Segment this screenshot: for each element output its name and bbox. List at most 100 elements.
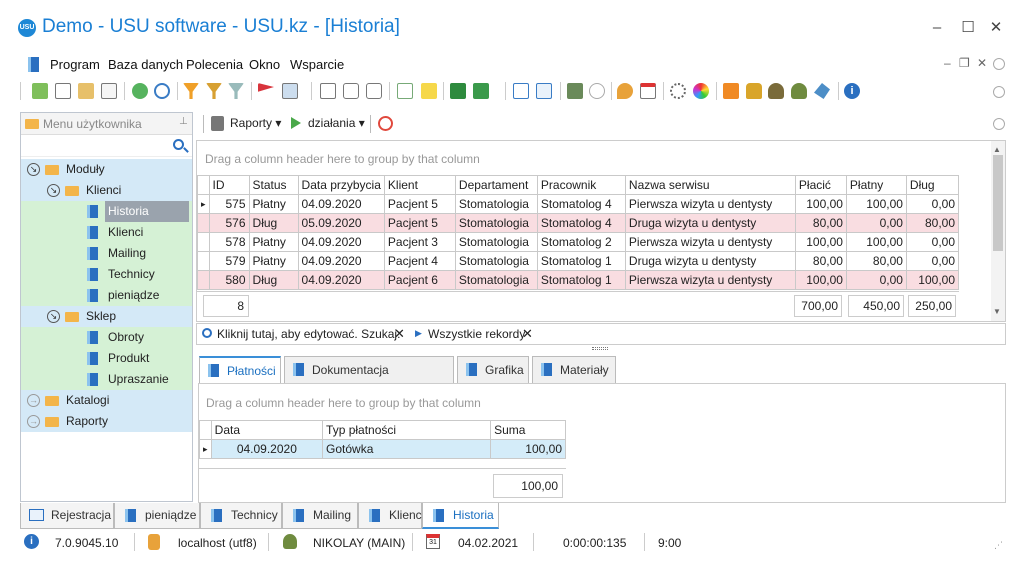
table-cell[interactable]: Stomatolog 2 bbox=[536, 232, 626, 252]
table-cell[interactable]: 580 bbox=[208, 270, 250, 290]
mdi-restore-button[interactable]: ❐ bbox=[959, 56, 970, 70]
scroll-down-icon[interactable]: ▼ bbox=[993, 307, 1001, 316]
table-cell[interactable]: Pacjent 6 bbox=[383, 270, 456, 290]
scroll-up-icon[interactable]: ▲ bbox=[993, 145, 1001, 154]
table-cell[interactable]: Pacjent 3 bbox=[383, 232, 456, 252]
settings-icon[interactable] bbox=[670, 83, 686, 99]
table-cell[interactable]: Pierwsza wizyta u dentysty bbox=[624, 194, 796, 214]
table-cell[interactable]: Pierwsza wizyta u dentysty bbox=[624, 232, 796, 252]
table-cell[interactable]: 04.09.2020 bbox=[297, 251, 385, 271]
tree-item[interactable]: Obroty bbox=[21, 327, 192, 348]
tools-icon[interactable] bbox=[814, 83, 830, 99]
scrollbar-thumb[interactable] bbox=[993, 155, 1003, 251]
export-dropdown-icon[interactable] bbox=[473, 83, 489, 99]
export-excel-icon[interactable] bbox=[450, 83, 466, 99]
filter-label[interactable]: Wszystkie rekordy bbox=[428, 327, 525, 341]
refresh-icon[interactable] bbox=[132, 83, 148, 99]
table-cell[interactable]: Pacjent 4 bbox=[383, 251, 456, 271]
table-cell[interactable]: Dług bbox=[248, 213, 299, 233]
add-row-icon[interactable] bbox=[397, 83, 413, 99]
column-header[interactable]: Departament bbox=[454, 175, 538, 195]
table-cell[interactable]: 579 bbox=[208, 251, 250, 271]
users-icon[interactable] bbox=[791, 83, 807, 99]
splitter-handle[interactable] bbox=[592, 347, 608, 350]
column-header[interactable]: Dług bbox=[905, 175, 960, 195]
collapse-icon[interactable]: ↘ bbox=[47, 184, 60, 197]
table-cell[interactable]: Stomatologia bbox=[454, 270, 538, 290]
table-cell[interactable]: 05.09.2020 bbox=[297, 213, 385, 233]
window-tab-rejestracja[interactable]: Rejestracja bbox=[20, 503, 114, 529]
menu-polecenia[interactable]: Polecenia bbox=[186, 57, 243, 72]
table-cell[interactable]: Pacjent 5 bbox=[383, 194, 456, 214]
user-settings-icon[interactable] bbox=[768, 83, 784, 99]
table-cell[interactable]: Dług bbox=[248, 270, 299, 290]
tab-materialy[interactable]: Materiały bbox=[532, 356, 616, 383]
clear-filter-icon[interactable]: ✕ bbox=[522, 326, 533, 342]
collapse-circle-icon[interactable] bbox=[993, 58, 1005, 70]
table-cell[interactable]: 100,00 bbox=[845, 232, 907, 252]
tree-item[interactable]: ↘ Moduły bbox=[21, 159, 192, 180]
tab-platnosci[interactable]: Płatności bbox=[199, 356, 281, 383]
find-bar[interactable]: Kliknij tutaj, aby edytować. Szukaj: ✕ ▶… bbox=[196, 323, 1006, 345]
table-cell[interactable]: 80,00 bbox=[845, 251, 907, 271]
tree-item[interactable]: Technicy bbox=[21, 264, 192, 285]
tree-item[interactable]: → Katalogi bbox=[21, 390, 192, 411]
mdi-minimize-button[interactable]: – bbox=[944, 56, 951, 70]
column-header[interactable]: Typ płatności bbox=[322, 420, 492, 440]
table-cell[interactable]: Stomatologia bbox=[454, 232, 538, 252]
color-wheel-icon[interactable] bbox=[693, 83, 709, 99]
column-header[interactable]: Płatny bbox=[845, 175, 907, 195]
column-header[interactable]: Status bbox=[248, 175, 299, 195]
arrow-circle-icon[interactable] bbox=[589, 83, 605, 99]
calendar-icon[interactable] bbox=[640, 83, 656, 99]
collapse-icon[interactable]: ↘ bbox=[47, 310, 60, 323]
column-header[interactable]: Suma bbox=[490, 420, 566, 440]
column-header[interactable]: ID bbox=[208, 175, 250, 195]
table-cell[interactable]: 04.09.2020 bbox=[210, 439, 324, 459]
copy-icon[interactable] bbox=[55, 83, 71, 99]
expand-icon[interactable]: → bbox=[27, 394, 40, 407]
table-cell[interactable]: 04.09.2020 bbox=[297, 194, 385, 214]
exit-icon[interactable] bbox=[567, 83, 583, 99]
minimize-button[interactable]: – bbox=[926, 18, 948, 38]
collapse-all-icon[interactable] bbox=[366, 83, 382, 99]
table-cell[interactable]: 100,00 bbox=[490, 439, 566, 459]
window-tab-historia[interactable]: Historia bbox=[422, 503, 499, 529]
toolbar-collapse-icon[interactable] bbox=[993, 86, 1005, 98]
table-cell[interactable]: 80,00 bbox=[794, 251, 847, 271]
table-cell[interactable]: 100,00 bbox=[794, 232, 847, 252]
table-cell[interactable]: 100,00 bbox=[794, 194, 847, 214]
reports-button[interactable]: Raporty ▾ bbox=[230, 116, 281, 130]
tree-item[interactable]: ↘ Sklep bbox=[21, 306, 192, 327]
collapse-icon[interactable]: ↘ bbox=[27, 163, 40, 176]
refresh-circle-icon[interactable] bbox=[378, 116, 393, 131]
table-cell[interactable]: 80,00 bbox=[794, 213, 847, 233]
table-cell[interactable]: Płatny bbox=[248, 232, 299, 252]
table-cell[interactable]: Stomatolog 1 bbox=[536, 270, 626, 290]
columns-icon[interactable] bbox=[320, 83, 336, 99]
resize-grip-icon[interactable]: ⋰ bbox=[994, 540, 1003, 551]
expand-all-icon[interactable] bbox=[343, 83, 359, 99]
table-cell[interactable]: 80,00 bbox=[905, 213, 960, 233]
tree-item[interactable]: Klienci bbox=[21, 222, 192, 243]
pin-icon[interactable] bbox=[617, 83, 633, 99]
column-header[interactable]: Klient bbox=[383, 175, 456, 195]
menu-wsparcie[interactable]: Wsparcie bbox=[290, 57, 344, 72]
flag-icon[interactable] bbox=[258, 83, 274, 92]
tab-dokumentacja[interactable]: Dokumentacja dentystyczna bbox=[284, 356, 454, 403]
info-icon[interactable]: i bbox=[844, 83, 860, 99]
table-cell[interactable]: Stomatolog 1 bbox=[536, 251, 626, 271]
table-cell[interactable]: Stomatologia bbox=[454, 251, 538, 271]
actions-button[interactable]: działania ▾ bbox=[308, 116, 365, 130]
expand-icon[interactable]: → bbox=[27, 415, 40, 428]
sidebar-search-bar[interactable] bbox=[21, 135, 192, 157]
rss-icon[interactable] bbox=[723, 83, 739, 99]
tab-grafika[interactable]: Grafika bbox=[457, 356, 529, 383]
tree-item[interactable]: ↘ Klienci bbox=[21, 180, 192, 201]
table-cell[interactable]: 578 bbox=[208, 232, 250, 252]
table-cell[interactable]: 100,00 bbox=[794, 270, 847, 290]
table-row[interactable]: 580 Dług 04.09.2020 Pacjent 6 Stomatologia St… bbox=[197, 270, 960, 290]
table-cell[interactable]: 100,00 bbox=[845, 194, 907, 214]
table-cell[interactable]: Pacjent 5 bbox=[383, 213, 456, 233]
edit-icon[interactable] bbox=[78, 83, 94, 99]
